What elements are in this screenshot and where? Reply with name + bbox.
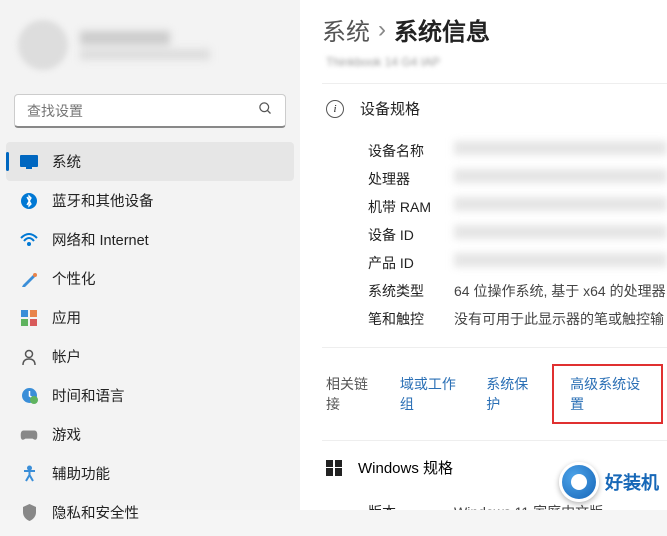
avatar [18, 20, 68, 70]
sidebar-item-privacy[interactable]: 隐私和安全性 [6, 493, 294, 532]
sidebar-item-network[interactable]: 网络和 Internet [6, 220, 294, 259]
windows-logo-icon [326, 460, 342, 476]
accounts-icon [20, 348, 38, 366]
user-section[interactable] [0, 10, 300, 80]
nav-label: 网络和 Internet [52, 229, 149, 250]
sidebar-item-personalization[interactable]: 个性化 [6, 259, 294, 298]
sidebar-item-accounts[interactable]: 帐户 [6, 337, 294, 376]
nav-label: 应用 [52, 307, 81, 328]
sidebar-item-gaming[interactable]: 游戏 [6, 415, 294, 454]
nav-label: 辅助功能 [52, 463, 110, 484]
highlight-box: 高级系统设置 [552, 364, 663, 424]
sidebar-item-system[interactable]: 系统 [6, 142, 294, 181]
related-links: 相关链接 域或工作组 系统保护 高级系统设置 [322, 347, 667, 440]
spec-row-device-name: 设备名称 [368, 137, 667, 165]
sidebar: 系统 蓝牙和其他设备 网络和 Internet 个性化 应用 帐户 时间和语言 [0, 0, 300, 510]
device-specs-header[interactable]: i 设备规格 [322, 83, 667, 133]
user-info [80, 31, 210, 60]
apps-icon [20, 309, 38, 327]
watermark-logo-icon [559, 462, 599, 502]
breadcrumb-parent[interactable]: 系统 [322, 12, 370, 47]
time-icon [20, 387, 38, 405]
user-name [80, 31, 170, 45]
gaming-icon [20, 426, 38, 444]
main-content: 系统 › 系统信息 Thinkbook 14 G4 IAP i 设备规格 设备名… [300, 0, 667, 510]
sidebar-item-accessibility[interactable]: 辅助功能 [6, 454, 294, 493]
spec-row-device-id: 设备 ID [368, 221, 667, 249]
nav-label: 帐户 [52, 346, 81, 367]
info-icon: i [326, 100, 344, 118]
nav-label: 系统 [52, 151, 81, 172]
section-title: Windows 规格 [358, 457, 453, 478]
chevron-right-icon: › [378, 16, 386, 44]
breadcrumb-current: 系统信息 [394, 12, 490, 47]
watermark: 好装机 [559, 462, 659, 502]
search-icon [246, 101, 285, 121]
nav-label: 个性化 [52, 268, 96, 289]
bluetooth-icon [20, 192, 38, 210]
nav-label: 游戏 [52, 424, 81, 445]
link-domain-workgroup[interactable]: 域或工作组 [400, 374, 462, 414]
related-links-label: 相关链接 [326, 374, 376, 414]
network-icon [20, 231, 38, 249]
spec-row-processor: 处理器 [368, 165, 667, 193]
user-email [80, 49, 210, 60]
spec-row-product-id: 产品 ID [368, 249, 667, 277]
search-box[interactable] [14, 94, 286, 128]
device-model: Thinkbook 14 G4 IAP [322, 55, 667, 69]
link-system-protection[interactable]: 系统保护 [486, 374, 536, 414]
search-input[interactable] [15, 103, 246, 119]
watermark-text: 好装机 [605, 469, 659, 495]
sidebar-item-time-language[interactable]: 时间和语言 [6, 376, 294, 415]
nav-label: 时间和语言 [52, 385, 125, 406]
sidebar-item-bluetooth[interactable]: 蓝牙和其他设备 [6, 181, 294, 220]
device-specs-list: 设备名称 处理器 机带 RAM 设备 ID 产品 ID 系统类型64 位操作系统… [322, 133, 667, 347]
section-title: 设备规格 [360, 98, 420, 119]
sidebar-item-apps[interactable]: 应用 [6, 298, 294, 337]
nav-label: 隐私和安全性 [52, 502, 139, 523]
personalize-icon [20, 270, 38, 288]
nav-label: 蓝牙和其他设备 [52, 190, 154, 211]
nav-list: 系统 蓝牙和其他设备 网络和 Internet 个性化 应用 帐户 时间和语言 [0, 138, 300, 536]
breadcrumb: 系统 › 系统信息 [322, 12, 667, 47]
spec-row-system-type: 系统类型64 位操作系统, 基于 x64 的处理器 [368, 277, 667, 305]
spec-row-pen-touch: 笔和触控没有可用于此显示器的笔或触控输 [368, 305, 667, 333]
link-advanced-system-settings[interactable]: 高级系统设置 [570, 376, 640, 412]
accessibility-icon [20, 465, 38, 483]
system-icon [20, 153, 38, 171]
spec-row-ram: 机带 RAM [368, 193, 667, 221]
shield-icon [20, 504, 38, 522]
